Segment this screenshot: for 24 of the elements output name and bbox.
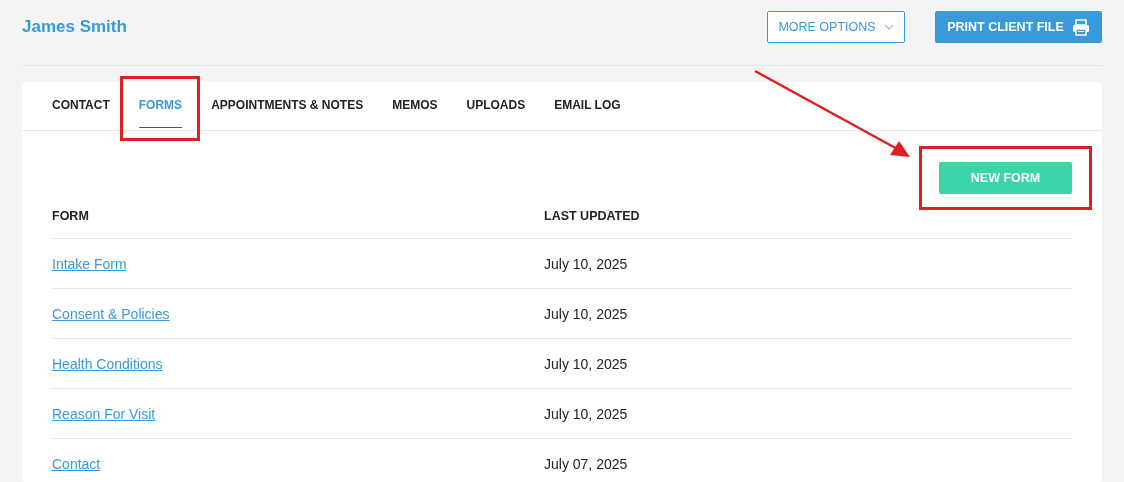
table-cell: July 10, 2025	[544, 255, 628, 272]
form-link[interactable]: Reason For Visit	[52, 405, 156, 422]
form-link[interactable]: Consent & Policies	[52, 305, 170, 322]
tab[interactable]: MEMOS	[392, 82, 438, 130]
table-cell: July 10, 2025	[544, 405, 628, 422]
client-name: James Smith	[22, 17, 127, 37]
new-form-button[interactable]: NEW FORM	[939, 162, 1072, 194]
print-button[interactable]: PRINT CLIENT FILE	[935, 11, 1102, 43]
form-link[interactable]: Intake Form	[52, 255, 127, 272]
tab[interactable]: FORMS	[138, 82, 183, 130]
tab[interactable]: CONTACT	[52, 82, 110, 130]
form-link[interactable]: Contact	[52, 455, 101, 472]
column-header: LAST UPDATED	[544, 209, 640, 223]
more-options-button[interactable]: MORE OPTIONS	[767, 11, 905, 43]
table-cell: July 10, 2025	[544, 355, 628, 372]
printer-icon	[1071, 18, 1090, 36]
chevron-down-icon	[883, 24, 894, 30]
tab[interactable]: APPOINTMENTS & NOTES	[211, 82, 364, 130]
form-link[interactable]: Health Conditions	[52, 355, 163, 372]
table-cell: July 07, 2025	[544, 455, 628, 472]
tab[interactable]: UPLOADS	[466, 82, 526, 130]
table-cell: July 10, 2025	[544, 305, 628, 322]
tab[interactable]: EMAIL LOG	[554, 82, 621, 130]
column-header: FORM	[52, 209, 90, 223]
